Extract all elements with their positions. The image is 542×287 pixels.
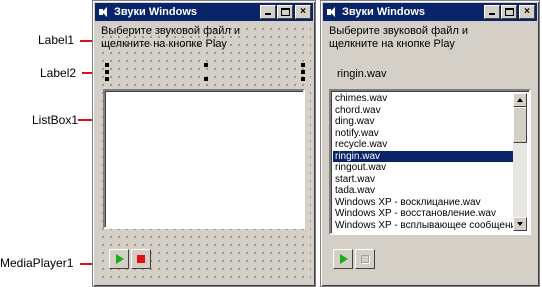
list-item[interactable]: ringout.wav bbox=[333, 162, 513, 174]
list-item[interactable]: tada.wav bbox=[333, 185, 513, 197]
minimize-icon bbox=[265, 13, 271, 15]
play-icon bbox=[340, 254, 348, 264]
speaker-icon bbox=[326, 6, 338, 18]
annotation-label2: Label2 bbox=[40, 66, 77, 80]
close-button[interactable]: × bbox=[519, 5, 535, 19]
stop-icon bbox=[137, 255, 145, 263]
label2-handle-tm[interactable] bbox=[204, 63, 208, 67]
label2-handle-mr[interactable] bbox=[301, 70, 305, 74]
close-icon: × bbox=[524, 6, 530, 17]
play-icon bbox=[116, 254, 124, 264]
minimize-button[interactable] bbox=[484, 5, 500, 19]
arrow-up-icon bbox=[517, 98, 523, 102]
label2-handle-ml[interactable] bbox=[105, 70, 109, 74]
scroll-thumb[interactable] bbox=[513, 107, 527, 143]
close-button[interactable]: × bbox=[295, 5, 311, 19]
speaker-icon bbox=[98, 6, 110, 18]
play-button[interactable] bbox=[333, 249, 353, 269]
run-window-title: Звуки Windows bbox=[342, 6, 425, 18]
design-play-button[interactable] bbox=[109, 249, 129, 269]
list-item[interactable]: chimes.wav bbox=[333, 93, 513, 105]
design-stop-button[interactable] bbox=[131, 249, 151, 269]
label1: Выберите звуковой файл и щелкните на кно… bbox=[329, 25, 469, 50]
listbox1[interactable]: chimes.wav chord.wav ding.wav notify.wav rec… bbox=[329, 89, 531, 235]
list-item[interactable]: notify.wav bbox=[333, 128, 513, 140]
stop-button bbox=[355, 249, 375, 269]
list-item[interactable]: Windows XP - всплывающее сообщение.wav bbox=[333, 220, 513, 232]
label2-handle-bm[interactable] bbox=[204, 77, 208, 81]
close-icon: × bbox=[300, 6, 306, 17]
maximize-icon bbox=[505, 8, 514, 16]
label2: ringin.wav bbox=[337, 68, 387, 80]
label2-handle-tl[interactable] bbox=[105, 63, 109, 67]
label2-handle-bl[interactable] bbox=[105, 77, 109, 81]
maximize-button[interactable] bbox=[501, 5, 517, 19]
label2-handle-tr[interactable] bbox=[301, 63, 305, 67]
list-item[interactable]: chord.wav bbox=[333, 105, 513, 117]
listbox1-design[interactable] bbox=[103, 89, 305, 229]
maximize-icon bbox=[281, 8, 290, 16]
label2-handle-br[interactable] bbox=[301, 77, 305, 81]
design-titlebar: Звуки Windows × bbox=[95, 3, 313, 21]
list-item[interactable]: recycle.wav bbox=[333, 139, 513, 151]
file-list: chimes.wav chord.wav ding.wav notify.wav rec… bbox=[333, 93, 513, 231]
run-window: Звуки Windows × Выберите звуковой файл и… bbox=[320, 0, 540, 287]
scroll-down-button[interactable] bbox=[513, 217, 527, 231]
minimize-button[interactable] bbox=[260, 5, 276, 19]
scroll-up-button[interactable] bbox=[513, 93, 527, 107]
annotation-label1: Label1 bbox=[38, 33, 75, 47]
label1[interactable]: Выберите звуковой файл и щелкните на кно… bbox=[101, 25, 281, 51]
design-form-surface: Выберите звуковой файл и щелкните на кно… bbox=[97, 23, 311, 282]
maximize-button[interactable] bbox=[277, 5, 293, 19]
list-item[interactable]: start.wav bbox=[333, 174, 513, 186]
annotation-mediaplayer1: MediaPlayer1 bbox=[0, 256, 74, 270]
annotation-listbox1: ListBox1 bbox=[32, 113, 79, 127]
list-item[interactable]: Windows XP - восстановление.wav bbox=[333, 208, 513, 220]
listbox-scrollbar[interactable] bbox=[513, 93, 527, 231]
list-item[interactable]: Windows XP - восклицание.wav bbox=[333, 197, 513, 209]
minimize-icon bbox=[489, 13, 495, 15]
design-window: Звуки Windows × Выберите звуковой файл и… bbox=[92, 0, 316, 287]
design-window-title: Звуки Windows bbox=[114, 6, 197, 18]
arrow-down-icon bbox=[517, 222, 523, 226]
list-item[interactable]: ding.wav bbox=[333, 116, 513, 128]
run-form-surface: Выберите звуковой файл и щелкните на кно… bbox=[325, 23, 535, 282]
list-item[interactable]: ringin.wav bbox=[333, 150, 513, 162]
stop-icon bbox=[361, 255, 369, 263]
run-titlebar: Звуки Windows × bbox=[323, 3, 537, 21]
